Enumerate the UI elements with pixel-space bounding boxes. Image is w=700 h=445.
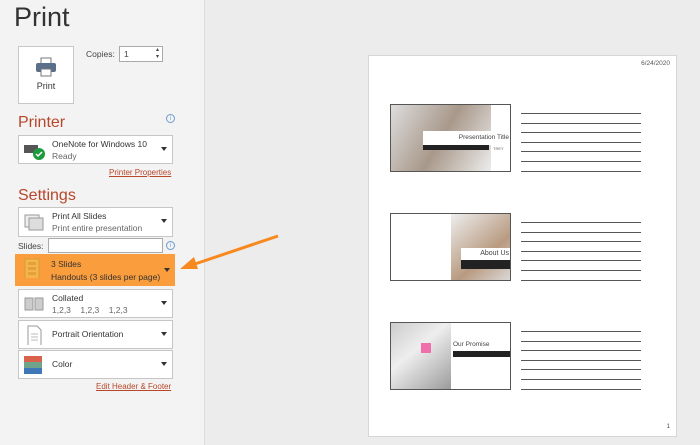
printer-name: OneNote for Windows 10 — [52, 139, 147, 149]
layout-sub: Handouts (3 slides per page) — [51, 272, 161, 282]
print-range-dropdown[interactable]: Print All Slides Print entire presentati… — [18, 207, 173, 237]
range-sub: Print entire presentation — [52, 223, 143, 233]
print-preview-page: 6/24/2020 Presentation Title TREY About … — [368, 55, 677, 437]
layout-dropdown[interactable]: 3 Slides Handouts (3 slides per page) — [15, 254, 175, 286]
printer-icon — [36, 57, 56, 77]
copies-label: Copies: — [86, 49, 115, 59]
collation-dropdown[interactable]: Collated 1,2,3 1,2,3 1,2,3 — [18, 289, 173, 318]
slides-icon — [24, 214, 44, 231]
chevron-down-icon — [161, 332, 167, 336]
color-icon — [24, 356, 42, 374]
chevron-down-icon — [161, 147, 167, 151]
annotation-arrow — [180, 234, 279, 269]
copies-input[interactable]: 1 ▴ ▾ — [119, 46, 163, 62]
notes-lines — [521, 331, 641, 398]
info-icon[interactable]: i — [166, 114, 175, 123]
print-label: Print — [36, 81, 56, 91]
collation-sub: 1,2,3 1,2,3 1,2,3 — [52, 305, 128, 315]
printer-ready-icon — [24, 145, 45, 160]
range-title: Print All Slides — [52, 211, 107, 221]
page-title: Print — [14, 2, 70, 32]
chevron-down-icon — [161, 362, 167, 366]
page-number: 1 — [666, 424, 670, 430]
spinner-icon[interactable]: ▴ ▾ — [156, 47, 159, 61]
printer-properties-link[interactable]: Printer Properties — [109, 168, 171, 177]
slide-tag: TREY — [493, 146, 504, 151]
printer-status: Ready — [52, 151, 77, 161]
layout-title: 3 Slides — [51, 259, 82, 269]
handout-icon — [24, 258, 40, 278]
color-label: Color — [52, 359, 73, 369]
notes-lines — [521, 222, 641, 289]
slides-input[interactable] — [48, 238, 163, 253]
printer-dropdown[interactable]: OneNote for Windows 10 Ready — [18, 135, 173, 164]
copies-value: 1 — [124, 49, 129, 59]
slide-thumbnail: Presentation Title TREY — [390, 104, 511, 172]
edit-header-footer-link[interactable]: Edit Header & Footer — [96, 382, 171, 391]
collation-title: Collated — [52, 293, 84, 303]
slide-title: Presentation Title — [423, 131, 510, 145]
settings-panel: Print Print Copies: 1 ▴ ▾ Printer i OneNot… — [0, 0, 205, 445]
chevron-down-icon — [164, 268, 170, 272]
slides-label: Slides: — [18, 241, 44, 251]
settings-heading: Settings — [18, 187, 76, 204]
slide-title: Our Promise — [453, 341, 490, 348]
orientation-dropdown[interactable]: Portrait Orientation — [18, 320, 173, 349]
print-button[interactable]: Print — [18, 46, 74, 104]
chevron-down-icon — [161, 219, 167, 223]
slide-title: About Us — [461, 248, 510, 260]
collated-icon — [24, 297, 44, 311]
color-dropdown[interactable]: Color — [18, 350, 173, 379]
portrait-page-icon — [27, 325, 42, 345]
slide-thumbnail: About Us — [390, 213, 511, 281]
info-icon[interactable]: i — [166, 241, 175, 250]
slide-thumbnail: Our Promise — [390, 322, 511, 390]
printer-heading: Printer — [18, 114, 66, 131]
notes-lines — [521, 113, 641, 180]
preview-date: 6/24/2020 — [641, 60, 670, 67]
chevron-down-icon — [161, 301, 167, 305]
orientation-label: Portrait Orientation — [52, 329, 124, 339]
